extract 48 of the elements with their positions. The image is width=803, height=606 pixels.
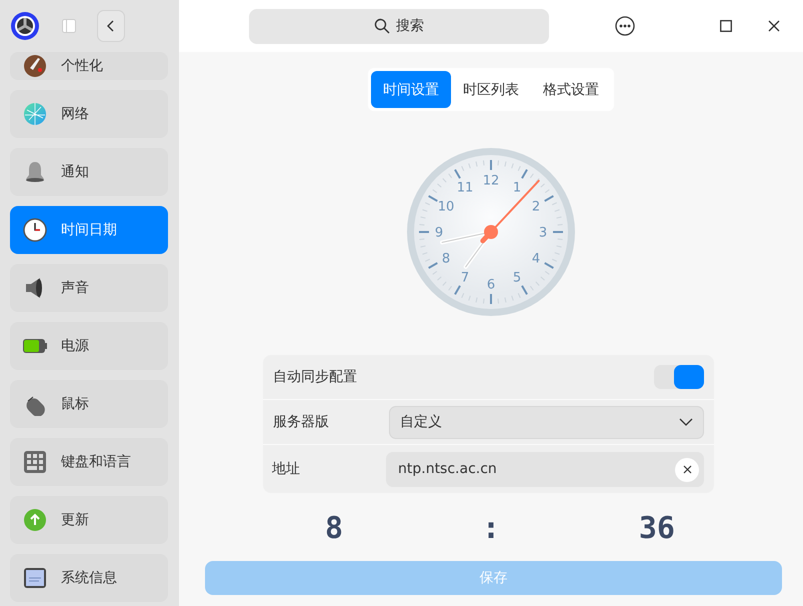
setting-label: 地址	[272, 460, 301, 478]
dial-number: 7	[460, 270, 470, 286]
app-logo-icon	[11, 12, 39, 40]
globe-icon	[23, 102, 47, 126]
tab[interactable]: 时间设置	[371, 71, 451, 108]
dial-number: 10	[438, 200, 454, 214]
bell-icon	[23, 160, 47, 184]
tab[interactable]: 时区列表	[451, 71, 531, 108]
dial-number: 5	[512, 270, 522, 286]
address-field[interactable]: ntp.ntsc.ac.cn	[386, 452, 704, 486]
chevron-left-icon	[106, 20, 116, 32]
tab[interactable]: 格式设置	[531, 71, 611, 108]
sidebar-item[interactable]: 网络	[10, 90, 168, 138]
server-dropdown[interactable]: 自定义	[389, 406, 704, 438]
hour-digits: 8	[325, 511, 344, 547]
minute-digits: 36	[638, 511, 675, 547]
time-separator: :	[482, 511, 500, 547]
sidebar-item[interactable]: 个性化	[10, 52, 168, 80]
chevron-down-icon	[679, 418, 693, 426]
keyboard-icon	[23, 450, 47, 474]
dial-number: 9	[434, 226, 444, 240]
sidebar-item[interactable]: 声音	[10, 264, 168, 312]
setting-label: 服务器版	[273, 413, 330, 431]
sidebar-item[interactable]: 键盘和语言	[10, 438, 168, 486]
dial-number: 8	[442, 252, 450, 266]
sidebar-item[interactable]: 时间日期	[10, 206, 168, 254]
sidebar-item[interactable]: 更新	[10, 496, 168, 544]
sidebar-item[interactable]: 鼠标	[10, 380, 168, 428]
sidebar-item[interactable]: 通知	[10, 148, 168, 196]
search-field[interactable]: 搜索	[249, 8, 549, 44]
dial-number: 2	[532, 200, 540, 214]
dial-number: 4	[532, 252, 540, 266]
clock-icon	[23, 218, 47, 242]
brush-icon	[23, 54, 47, 78]
toggle-switch[interactable]	[654, 365, 704, 389]
sidebar-item[interactable]: 电源	[10, 322, 168, 370]
dial-number: 6	[486, 278, 496, 292]
sidebar-item[interactable]: 系统信息	[10, 554, 168, 602]
search-icon	[374, 18, 390, 34]
dial-number: 11	[456, 180, 474, 196]
dial-number: 1	[512, 180, 522, 196]
setting-label: 自动同步配置	[273, 368, 358, 386]
battery-icon	[23, 339, 47, 353]
more-options-icon[interactable]	[613, 14, 637, 38]
dial-number: 3	[538, 226, 548, 240]
dial-number: 12	[482, 174, 500, 188]
info-icon	[23, 566, 47, 590]
arrow-up-icon	[23, 508, 47, 532]
